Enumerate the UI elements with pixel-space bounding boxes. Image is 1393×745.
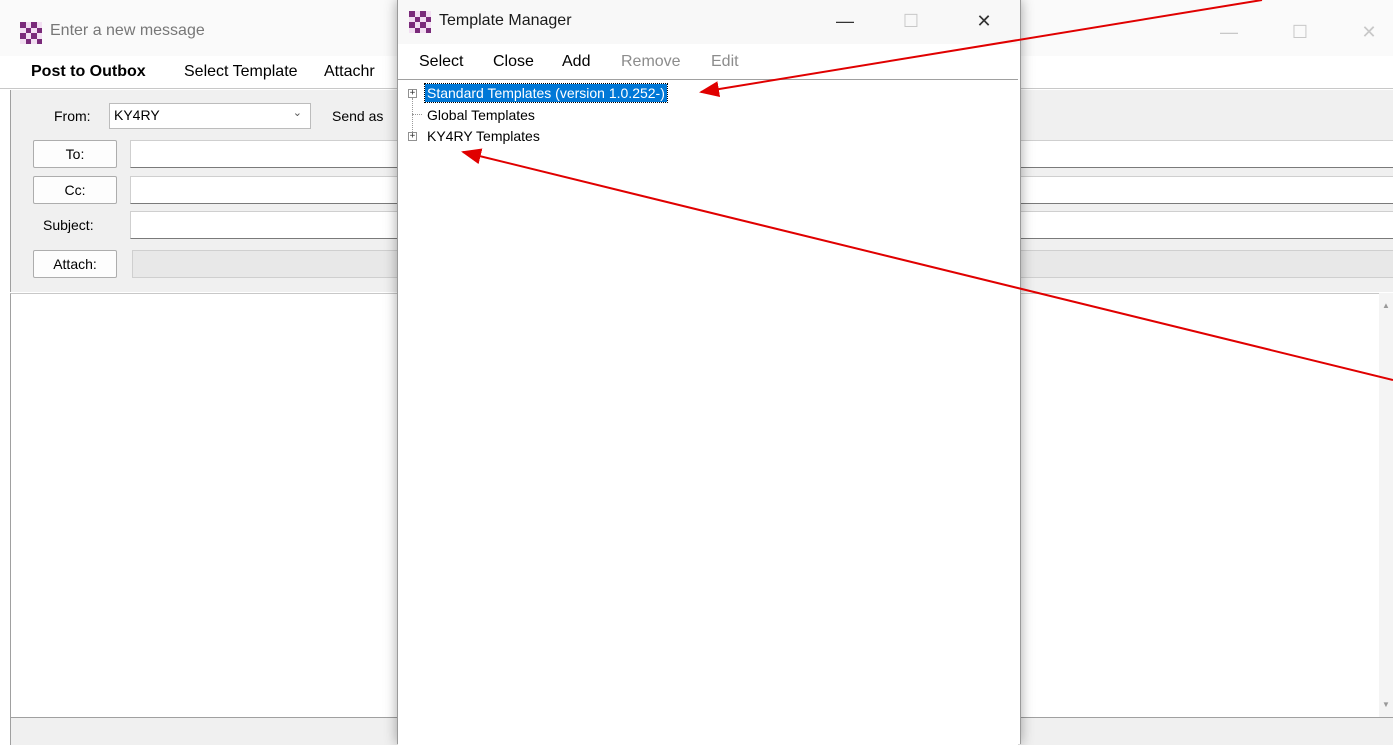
annotation-arrow (461, 148, 1393, 381)
annotation-arrows (461, 0, 1393, 381)
annotation-arrow (699, 0, 1263, 97)
